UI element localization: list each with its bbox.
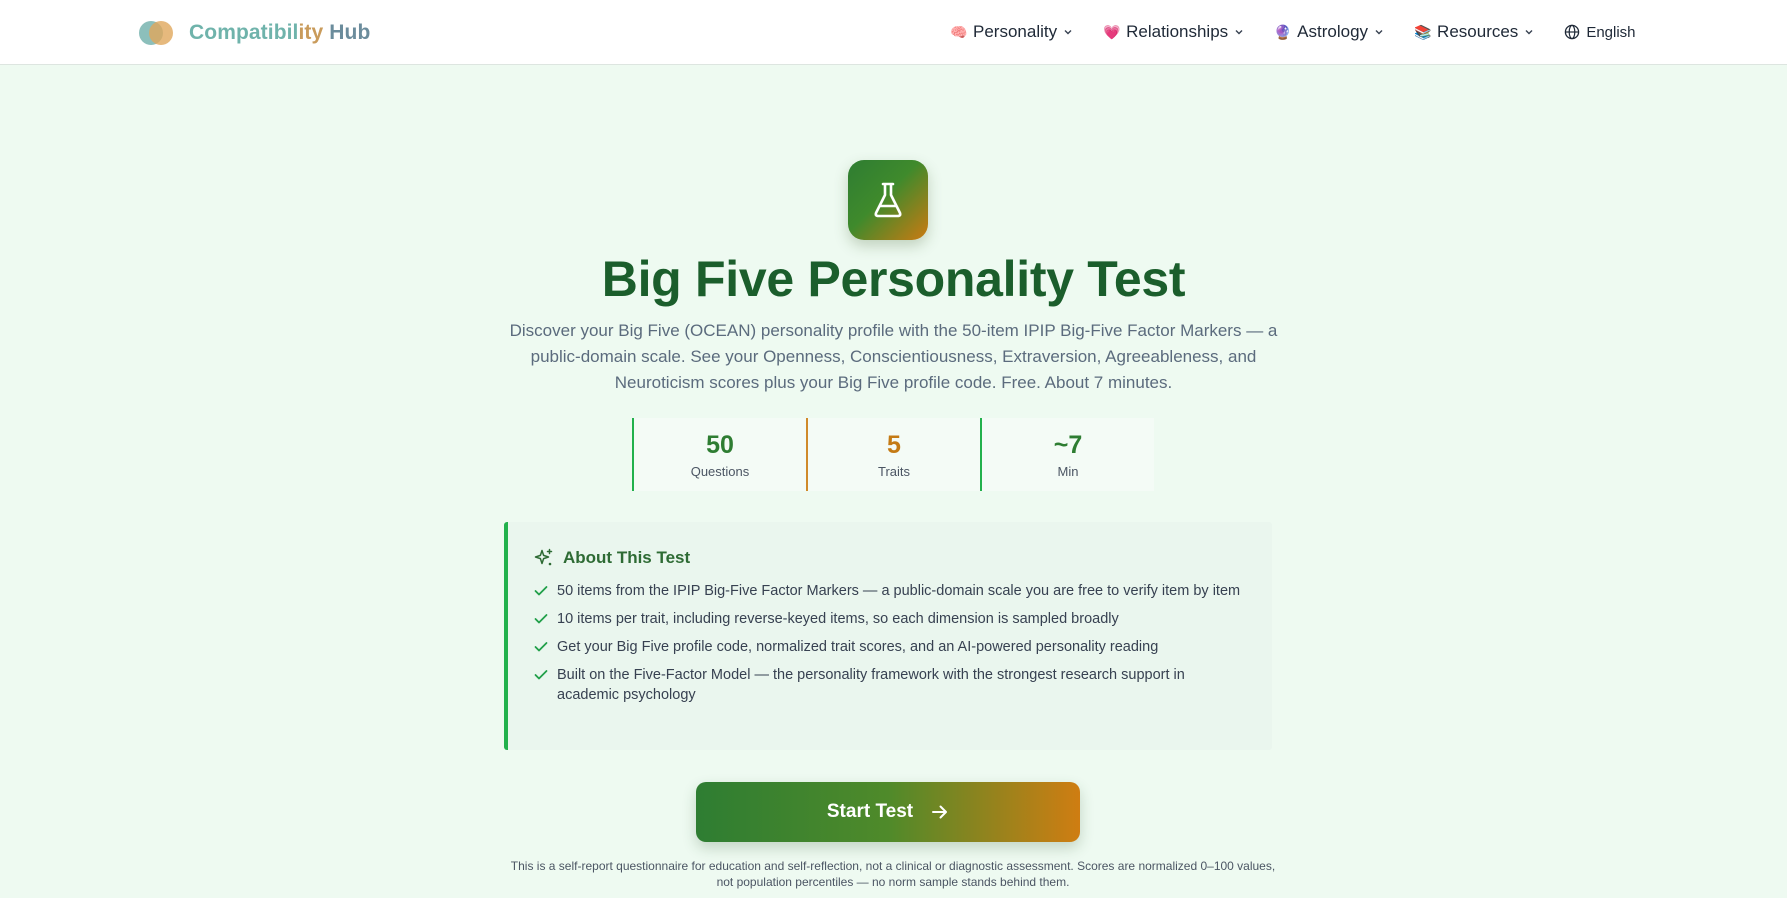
nav-label: Relationships bbox=[1126, 22, 1229, 41]
stat-value: 50 bbox=[706, 431, 734, 459]
crystal-ball-icon: 🔮 bbox=[1274, 23, 1292, 40]
test-stats: 50 Questions 5 Traits ~7 Min bbox=[632, 418, 1154, 491]
check-icon bbox=[534, 642, 548, 652]
site-logo[interactable]: Compatibility Hub bbox=[139, 18, 370, 48]
about-heading-text: About This Test bbox=[563, 548, 691, 567]
stat-questions: 50 Questions bbox=[632, 418, 806, 491]
arrow-right-icon bbox=[932, 805, 948, 819]
chevron-down-icon bbox=[1235, 30, 1243, 35]
globe-icon bbox=[1565, 24, 1580, 40]
list-item: 10 items per trait, including reverse-ke… bbox=[534, 609, 1248, 629]
stat-traits: 5 Traits bbox=[806, 418, 980, 491]
stat-label: Min bbox=[1057, 464, 1079, 479]
heart-icon: 💗 bbox=[1103, 23, 1121, 40]
list-item: Get your Big Five profile code, normaliz… bbox=[534, 637, 1248, 657]
about-card: About This Test 50 items from the IPIP B… bbox=[504, 522, 1272, 750]
check-icon bbox=[534, 586, 548, 596]
page-title: Big Five Personality Test bbox=[601, 251, 1186, 307]
stat-label: Traits bbox=[877, 464, 911, 479]
logo-mark-icon bbox=[139, 19, 173, 47]
disclaimer-text: This is a self-report questionnaire for … bbox=[510, 859, 1276, 889]
flask-icon bbox=[848, 160, 928, 240]
start-test-button[interactable]: Start Test bbox=[696, 782, 1080, 842]
nav-label: Astrology bbox=[1297, 22, 1369, 41]
list-item-text: 50 items from the IPIP Big-Five Factor M… bbox=[557, 583, 1241, 599]
nav-label: Resources bbox=[1437, 22, 1519, 41]
chevron-down-icon bbox=[1525, 30, 1533, 35]
nav-relationships[interactable]: 💗 Relationships bbox=[1103, 22, 1244, 42]
nav-resources[interactable]: 📚 Resources bbox=[1414, 22, 1534, 42]
books-icon: 📚 bbox=[1414, 23, 1432, 40]
start-test-label: Start Test bbox=[826, 801, 914, 822]
site-header: Compatibility Hub 🧠 Personality 💗 Relati… bbox=[0, 0, 1787, 65]
sparkles-icon bbox=[534, 548, 553, 566]
main-nav: 🧠 Personality 💗 Relationships 🔮 Astrolog… bbox=[950, 20, 1636, 44]
list-item: 50 items from the IPIP Big-Five Factor M… bbox=[534, 581, 1248, 601]
nav-label: Personality bbox=[973, 22, 1058, 41]
brain-icon: 🧠 bbox=[950, 23, 968, 40]
about-heading: About This Test bbox=[534, 548, 1248, 568]
logo-text: Compatibility Hub bbox=[189, 21, 371, 44]
list-item: Built on the Five-Factor Model — the per… bbox=[534, 665, 1248, 705]
check-icon bbox=[534, 670, 548, 680]
language-label: English bbox=[1586, 23, 1636, 41]
nav-astrology[interactable]: 🔮 Astrology bbox=[1274, 22, 1384, 42]
list-item-text: 10 items per trait, including reverse-ke… bbox=[557, 611, 1119, 627]
chevron-down-icon bbox=[1375, 30, 1383, 35]
language-selector[interactable]: English bbox=[1564, 23, 1636, 41]
chevron-down-icon bbox=[1064, 30, 1072, 35]
page-subtitle: Discover your Big Five (OCEAN) personali… bbox=[509, 321, 1278, 392]
about-list: 50 items from the IPIP Big-Five Factor M… bbox=[534, 581, 1248, 705]
stat-minutes: ~7 Min bbox=[980, 418, 1154, 491]
check-icon bbox=[534, 614, 548, 624]
stat-value: ~7 bbox=[1053, 431, 1083, 459]
stat-value: 5 bbox=[887, 431, 901, 459]
list-item-text: Built on the Five-Factor Model — the per… bbox=[557, 667, 1185, 703]
list-item-text: Get your Big Five profile code, normaliz… bbox=[557, 639, 1159, 655]
stat-label: Questions bbox=[690, 464, 750, 479]
nav-personality[interactable]: 🧠 Personality bbox=[950, 22, 1073, 42]
